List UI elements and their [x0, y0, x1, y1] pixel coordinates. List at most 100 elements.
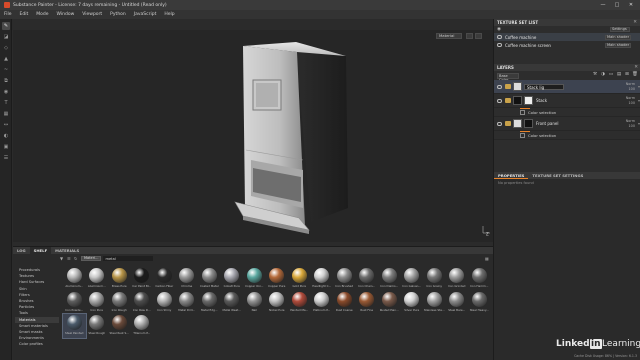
tab-texture-set-settings[interactable]: TEXTURE SET SETTINGS	[528, 173, 587, 178]
paint-brush-icon[interactable]: ✎	[2, 22, 10, 30]
add-folder-icon[interactable]: ▭	[608, 72, 614, 78]
material-tile[interactable]: Gold Pure	[288, 267, 311, 291]
material-tile[interactable]: Iron Galvan...	[401, 267, 424, 291]
menu-help[interactable]: Help	[164, 12, 174, 17]
tab-materials[interactable]: MATERIALS	[51, 248, 83, 253]
layer-opacity[interactable]: 100	[629, 87, 635, 91]
menu-viewport[interactable]: Viewport	[82, 12, 102, 17]
eraser-icon[interactable]: ◪	[2, 33, 10, 41]
material-tile[interactable]: Metal Edg...	[198, 291, 221, 315]
eye-icon[interactable]	[497, 98, 502, 103]
material-tile[interactable]: Iron Grinded	[446, 267, 469, 291]
panel-close-icon[interactable]: ✕	[634, 64, 638, 71]
material-tile[interactable]: Carbon Fiber	[153, 267, 176, 291]
tab-shelf[interactable]: SHELF	[29, 247, 52, 254]
material-tile[interactable]: Rust Fine	[356, 291, 379, 315]
eye-icon[interactable]	[497, 43, 502, 47]
material-tile[interactable]: Chrome	[176, 267, 199, 291]
layer-blend-mode[interactable]: Norm	[626, 82, 635, 86]
material-tile[interactable]: Steel Painted	[62, 313, 87, 339]
texture-set-row[interactable]: Coffee machine screen Main shader	[494, 41, 640, 49]
menu-mode[interactable]: Mode	[36, 12, 48, 17]
material-tile[interactable]: Silver Pure	[401, 291, 424, 315]
delete-layer-icon[interactable]: 🗑	[632, 72, 638, 78]
eye-icon[interactable]	[497, 121, 502, 126]
shader-select[interactable]: Main shader	[605, 42, 631, 48]
material-tile[interactable]: Nail	[243, 291, 266, 315]
material-tile[interactable]: Steel Rough	[86, 314, 109, 338]
render-icon[interactable]: ▣	[2, 143, 10, 151]
camera-icon[interactable]: ◐	[2, 132, 10, 140]
menu-edit[interactable]: Edit	[20, 12, 29, 17]
material-tile[interactable]: Iron Chain...	[356, 267, 379, 291]
text-tool-icon[interactable]: T	[2, 99, 10, 107]
viewport-layout-icon[interactable]	[466, 33, 473, 39]
visibility-toggle-icon[interactable]: ◉	[497, 27, 501, 32]
maximize-button[interactable]: □	[610, 0, 624, 10]
material-tile[interactable]: Copper Pure	[266, 267, 289, 291]
material-tile[interactable]: Iron Brushed	[333, 267, 356, 291]
material-tile[interactable]: Rust Coarse	[333, 291, 356, 315]
layer-name-field[interactable]: Stack lig	[524, 83, 564, 90]
material-tile[interactable]: Nickel Pure	[266, 291, 289, 315]
search-input[interactable]	[103, 256, 154, 261]
measure-icon[interactable]: ↔	[2, 121, 10, 129]
display-settings-icon[interactable]: ☰	[2, 154, 10, 162]
add-layer-icon[interactable]: ⊞	[624, 72, 630, 78]
channel-select[interactable]: Base Color	[497, 72, 519, 82]
polygon-fill-icon[interactable]: ▲	[2, 55, 10, 63]
material-tile[interactable]: Iron Diamo...	[378, 267, 401, 291]
shader-select[interactable]: Main shader	[605, 34, 631, 40]
material-tile[interactable]: Rusted Pain...	[378, 291, 401, 315]
material-tile[interactable]: Platinum P...	[311, 291, 334, 315]
material-tile[interactable]: Aluminium...	[63, 267, 86, 291]
material-tile[interactable]: Iron Pure	[86, 291, 109, 315]
effect-visibility-icon[interactable]	[520, 132, 525, 138]
eye-icon[interactable]	[497, 84, 502, 89]
shelf-category[interactable]: Color profiles	[15, 341, 59, 347]
add-mask-icon[interactable]: ◑	[600, 72, 606, 78]
display-mode-select[interactable]: Material	[436, 33, 462, 39]
refresh-icon[interactable]: ↻	[74, 256, 79, 261]
add-fill-layer-icon[interactable]: ▤	[616, 72, 622, 78]
material-tile[interactable]: Steel Rust S...	[108, 314, 131, 338]
grid-view-icon[interactable]: ▦	[485, 256, 490, 261]
material-tile[interactable]: Painted Ma...	[288, 291, 311, 315]
tab-properties[interactable]: PROPERTIES	[494, 173, 529, 179]
material-tile[interactable]: Iron Rough	[108, 291, 131, 315]
list-view-icon[interactable]: ☰	[67, 256, 72, 261]
layer-blend-mode[interactable]: Norm	[626, 119, 635, 123]
material-tile[interactable]: Steel Heavy...	[468, 291, 491, 315]
filter-chip[interactable]: Materi...	[81, 256, 102, 261]
layer-blend-mode[interactable]: Norm	[626, 96, 635, 100]
menu-javascript[interactable]: JavaScript	[134, 12, 157, 17]
material-tile[interactable]: Iron Powde...	[63, 291, 86, 315]
layer-row[interactable]: Stack Norm 100 ▾	[494, 94, 640, 108]
effect-visibility-icon[interactable]	[520, 109, 525, 115]
texture-set-settings-dropdown[interactable]: Settings	[610, 27, 630, 32]
material-tile[interactable]: Metal Drill...	[176, 291, 199, 315]
material-tile[interactable]: Iron Raw D...	[131, 291, 154, 315]
material-tile[interactable]: Headlight C...	[311, 267, 334, 291]
material-tile[interactable]: Titanium P...	[131, 314, 154, 338]
material-tile[interactable]: Copper Oxi...	[243, 267, 266, 291]
panel-close-icon[interactable]: ✕	[633, 19, 637, 26]
geometry-mask-icon[interactable]: ▦	[2, 110, 10, 118]
material-tile[interactable]: Brass Pure	[108, 267, 131, 291]
minimize-button[interactable]: —	[596, 0, 610, 10]
tab-log[interactable]: LOG	[13, 248, 30, 253]
add-effect-icon[interactable]: ⚒	[592, 72, 598, 78]
material-tile[interactable]: Stainless Ste...	[423, 291, 446, 315]
layer-effect-row[interactable]: Color selection	[494, 131, 640, 140]
material-tile[interactable]: Steel Bare...	[446, 291, 469, 315]
filter-icon[interactable]: ▼	[60, 256, 65, 261]
material-tile[interactable]: Cobalt Pure	[221, 267, 244, 291]
menu-python[interactable]: Python	[110, 12, 126, 17]
material-tile[interactable]: Car Paint Bl...	[131, 267, 154, 291]
projection-icon[interactable]: ◇	[2, 44, 10, 52]
material-tile[interactable]: Metal Weat...	[221, 291, 244, 315]
eye-icon[interactable]	[497, 35, 502, 39]
camera-settings-icon[interactable]	[475, 33, 482, 39]
layer-row[interactable]: Front panel Norm 100 ▾	[494, 117, 640, 131]
material-tile[interactable]: Coated Metal	[198, 267, 221, 291]
